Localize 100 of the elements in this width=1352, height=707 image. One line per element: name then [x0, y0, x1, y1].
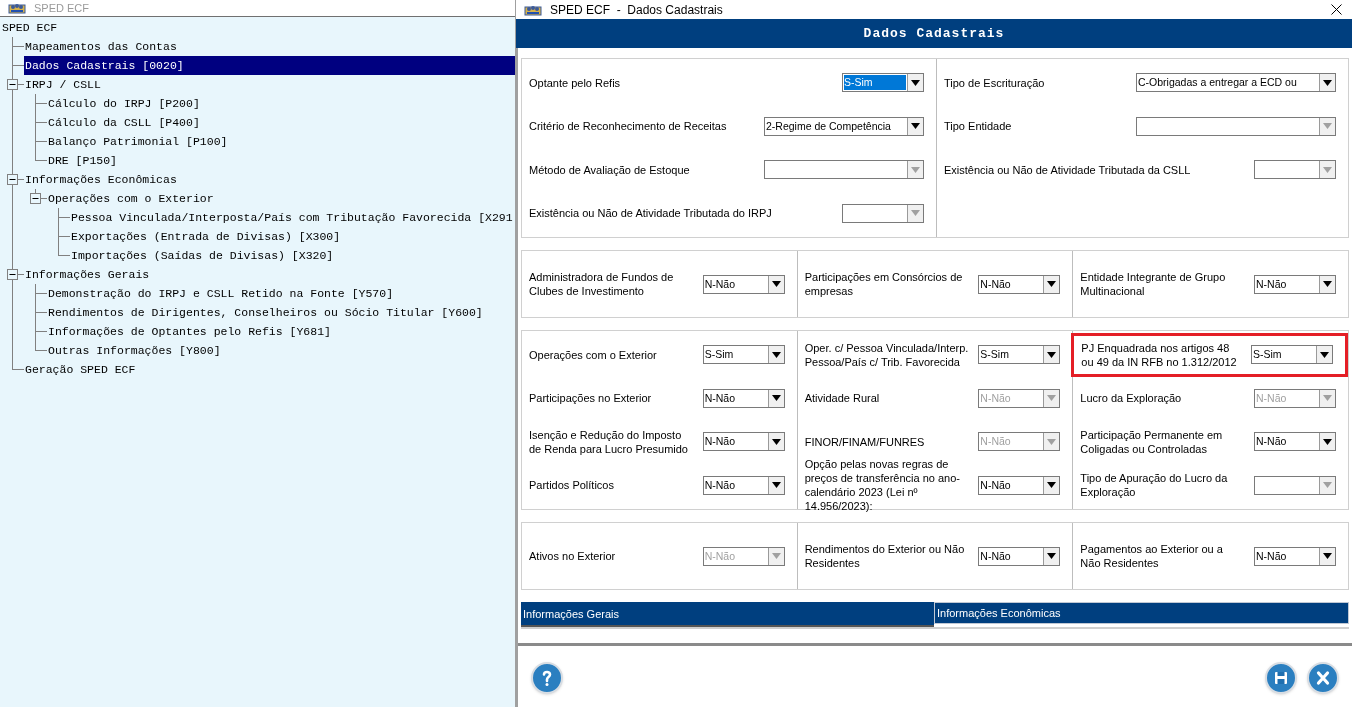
field-label: Tipo de Escrituração: [944, 75, 1046, 90]
dropdown[interactable]: N-Não: [978, 546, 1061, 566]
caret-icon: [1320, 351, 1329, 358]
window-title: SPED ECF - Dados Cadastrais: [550, 1, 724, 19]
field-label: Administradora de Fundos de Clubes de Investimento: [529, 270, 675, 298]
collapse-icon[interactable]: [30, 193, 41, 204]
caret-icon: [911, 123, 920, 130]
caret-icon: [1323, 482, 1332, 489]
dropdown[interactable]: N-Não: [702, 432, 785, 452]
field-label: Existência ou Não de Atividade Tributada do IRPJ: [529, 206, 773, 221]
window-title: SPED ECF: [34, 2, 89, 14]
tree-item[interactable]: Cálculo do IRPJ [P200]: [47, 94, 515, 113]
tree-item[interactable]: DRE [P150]: [47, 151, 515, 170]
field-label: Método de Avaliação de Estoque: [529, 162, 691, 177]
close-icon[interactable]: [1331, 4, 1342, 15]
caret-icon: [1047, 553, 1057, 559]
caret-icon: [771, 553, 781, 559]
field-label: Atividade Rural: [804, 391, 881, 406]
field-label: Partidos Políticos: [529, 478, 615, 493]
field-label: Opção pelas novas regras de preços de transferência no ano-calendário 2023 (Lei nº 14.956/2023):: [804, 457, 961, 514]
tree-item[interactable]: Operações com o Exterior: [47, 189, 515, 208]
tree-item[interactable]: IRPJ / CSLL: [24, 75, 515, 94]
dropdown[interactable]: N-Não: [702, 475, 785, 495]
field-label: Optante pelo Refis: [529, 75, 622, 90]
caret-icon: [911, 79, 920, 86]
tab[interactable]: Informações Econômicas: [934, 602, 1349, 624]
caret-icon: [1323, 281, 1332, 287]
dropdown[interactable]: N-Não: [978, 274, 1061, 294]
tree-item[interactable]: Exportações (Entrada de Divisas) [X300]: [70, 227, 515, 246]
tree-item[interactable]: Geração SPED ECF: [24, 360, 515, 379]
dropdown[interactable]: N-Não: [978, 475, 1061, 495]
caret-icon: [1323, 553, 1332, 559]
caret-icon: [771, 395, 781, 402]
tree-item[interactable]: Informações de Optantes pelo Refis [Y681]: [47, 322, 515, 341]
caret-icon: [771, 281, 781, 287]
collapse-icon[interactable]: [7, 174, 18, 185]
caret-icon: [1323, 123, 1332, 130]
form-header: Dados Cadastrais: [863, 24, 1005, 43]
tree-item[interactable]: Cálculo da CSLL [P400]: [47, 113, 515, 132]
dropdown[interactable]: N-Não: [1254, 546, 1336, 566]
caret-icon: [1323, 395, 1332, 402]
app-icon: [8, 2, 26, 14]
field-label: Critério de Reconhecimento de Receitas: [529, 119, 728, 134]
tree-item[interactable]: Balanço Patrimonial [P100]: [47, 132, 515, 151]
tree-item[interactable]: Importações (Saídas de Divisas) [X320]: [70, 246, 515, 265]
dropdown[interactable]: S-Sim: [842, 73, 924, 93]
collapse-icon[interactable]: [7, 269, 18, 280]
tree-item[interactable]: Rendimentos de Dirigentes, Conselheiros ou Sócio Titular [Y600]: [47, 303, 515, 322]
field-label: Participação Permanente em Coligadas ou Controladas: [1080, 427, 1224, 456]
tree-item[interactable]: SPED ECF: [1, 18, 515, 37]
field-label: Tipo de Apuração do Lucro da Exploração: [1080, 471, 1229, 500]
field-label: Existência ou Não de Atividade Tributada da CSLL: [944, 162, 1192, 177]
caret-icon: [771, 351, 781, 358]
field-label: FINOR/FINAM/FUNRES: [804, 434, 926, 449]
tree-item[interactable]: Outras Informações [Y800]: [47, 341, 515, 360]
field-label: Participações em Consórcios de empresas: [804, 270, 964, 298]
dropdown[interactable]: N-Não: [1254, 274, 1336, 294]
save-button[interactable]: [1265, 662, 1297, 694]
tree-item[interactable]: Pessoa Vinculada/Interposta/País com Tributação Favorecida [X291: [70, 208, 515, 227]
field-label: Operações com o Exterior: [529, 347, 658, 362]
dropdown[interactable]: N-Não: [1254, 432, 1336, 452]
app-icon: [524, 3, 542, 16]
caret-icon: [1323, 438, 1332, 445]
dropdown[interactable]: S-Sim: [702, 345, 785, 365]
tree-item[interactable]: Informações Econômicas: [24, 170, 515, 189]
tab[interactable]: Informações Gerais: [521, 602, 934, 627]
field-label: Lucro da Exploração: [1080, 391, 1183, 406]
caret-icon: [771, 438, 781, 445]
caret-icon: [1047, 281, 1057, 287]
field-label: Pagamentos ao Exterior ou a Não Residentes: [1080, 542, 1224, 570]
field-label: Participações no Exterior: [529, 391, 653, 406]
caret-icon: [1047, 482, 1057, 489]
tree-item[interactable]: Informações Gerais: [24, 265, 515, 284]
caret-icon: [911, 210, 920, 217]
caret-icon: [1047, 351, 1057, 358]
field-label: Entidade Integrante de Grupo Multinacional: [1080, 270, 1227, 298]
caret-icon: [911, 166, 920, 173]
caret-icon: [1323, 166, 1332, 173]
dropdown[interactable]: N-Não: [702, 274, 785, 294]
dropdown[interactable]: S-Sim: [978, 345, 1061, 365]
caret-icon: [1047, 395, 1057, 402]
field-label: Ativos no Exterior: [529, 549, 617, 563]
tree-item[interactable]: Mapeamentos das Contas: [24, 37, 515, 56]
caret-icon: [771, 482, 781, 489]
field-label: Oper. c/ Pessoa Vinculada/Interp. Pessoa/País c/ Trib. Favorecida: [804, 340, 970, 369]
help-button[interactable]: [531, 662, 563, 694]
collapse-icon[interactable]: [7, 79, 18, 90]
dropdown[interactable]: N-Não: [702, 388, 785, 408]
caret-icon: [1323, 79, 1332, 86]
dropdown[interactable]: 2-Regime de Competência: [764, 116, 924, 136]
caret-icon: [1047, 438, 1057, 445]
field-label: Tipo Entidade: [944, 119, 1013, 134]
field-label: Rendimentos do Exterior ou Não Residentes: [804, 542, 966, 570]
tree-item[interactable]: Demonstração do IRPJ e CSLL Retido na Fonte [Y570]: [47, 284, 515, 303]
dropdown[interactable]: C-Obrigadas a entregar a ECD ou: [1136, 73, 1336, 93]
tree-item[interactable]: Dados Cadastrais [0020]: [24, 56, 515, 75]
field-label: Isenção e Redução do Imposto de Renda para Lucro Presumido: [529, 427, 689, 456]
field-label: PJ Enquadrada nos artigos 48 ou 49 da IN RFB no 1.312/2012: [1081, 340, 1238, 369]
close-button[interactable]: [1307, 662, 1339, 694]
dropdown[interactable]: S-Sim: [1251, 345, 1333, 365]
